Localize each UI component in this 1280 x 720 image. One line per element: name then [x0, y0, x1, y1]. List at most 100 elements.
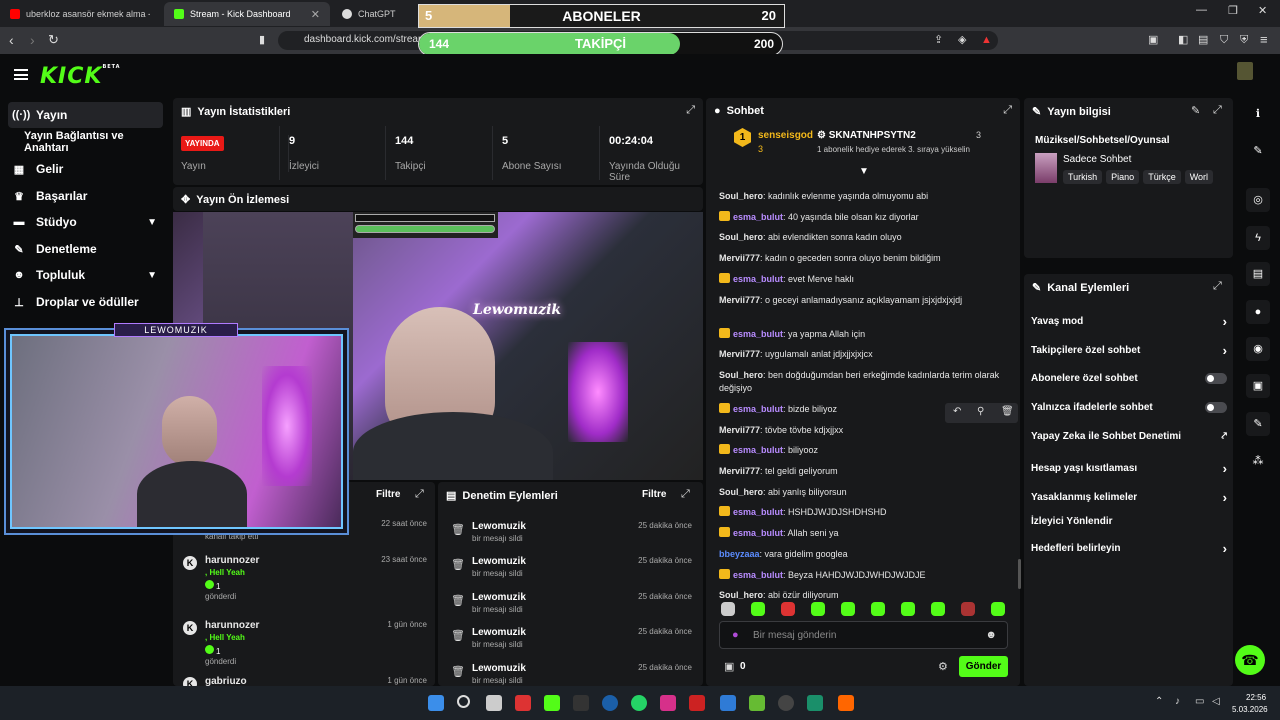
start-icon[interactable] [428, 695, 444, 711]
emote-icon[interactable] [781, 602, 795, 616]
sidebar-item-droplar[interactable]: ⊥ Droplar ve ödüller [8, 289, 163, 315]
channel-action-item[interactable]: Takipçilere özel sohbet › [1031, 343, 1227, 358]
broadcast-icon[interactable]: ◉ [1246, 337, 1270, 361]
emote-icon[interactable] [811, 602, 825, 616]
sidebar-item-yayin[interactable]: ((·)) Yayın [8, 102, 163, 128]
chat-message[interactable]: Soul_hero: abi özür diliyorum [719, 589, 1009, 602]
chat-message[interactable]: Soul_hero: abi evlendikten sonra kadın o… [719, 231, 1009, 244]
chat-username[interactable]: esma_bulut [733, 404, 783, 414]
steam-icon[interactable] [602, 695, 618, 711]
chat-username[interactable]: Soul_hero [719, 232, 763, 242]
chat-message[interactable]: esma_bulut: biliyooz [719, 444, 1009, 457]
expand-icon[interactable]: ⤢ [415, 488, 424, 501]
app-icon[interactable] [515, 695, 531, 711]
gift-target[interactable]: ⚙ SKNATNHPSYTN2 [817, 130, 916, 141]
channel-action-item[interactable]: İzleyici Yönlendir [1031, 516, 1227, 527]
sidebar-item-denetleme[interactable]: ✎ Denetleme [8, 236, 163, 262]
stream-category[interactable]: Sadece Sohbet [1063, 154, 1131, 165]
channel-action-item[interactable]: Yalnızca ifadelerle sohbet [1031, 402, 1227, 413]
extensions-icon[interactable]: ⛨ [1240, 32, 1248, 48]
volume-icon[interactable]: ◁ [1212, 696, 1220, 707]
chat-message[interactable]: esma_bulut: ya yapma Allah için [719, 327, 1009, 341]
back-icon[interactable]: ‹ [9, 32, 14, 48]
channel-action-item[interactable]: Hedefleri belirleyin › [1031, 541, 1227, 556]
archive-icon[interactable]: ▣ [1246, 374, 1270, 398]
toggle-switch[interactable] [1205, 402, 1227, 413]
sidebar-item-topluluk[interactable]: ☻ Topluluk ▼ [8, 262, 163, 288]
search-icon[interactable] [457, 695, 470, 708]
tray-chevron-icon[interactable]: ⌃ [1155, 696, 1163, 707]
chat-username[interactable]: esma_bulut [733, 274, 783, 284]
emote-icon[interactable] [721, 602, 735, 616]
microphone-icon[interactable]: ♪ [1175, 696, 1180, 707]
chat-message[interactable]: Mervii777: tövbe tövbe kdjxjjxx [719, 424, 1009, 437]
emote-icon[interactable] [961, 602, 975, 616]
microphone-icon[interactable]: ● [732, 629, 739, 641]
channel-action-item[interactable]: Yavaş mod › [1031, 314, 1227, 329]
instagram-icon[interactable] [660, 695, 676, 711]
channel-action-item[interactable]: Hesap yaşı kısıtlaması › [1031, 461, 1227, 476]
chat-username[interactable]: bbeyzaaa [719, 549, 760, 559]
top-gifter[interactable]: senseisgod [758, 130, 813, 141]
emoji-icon[interactable]: ☻ [985, 629, 997, 641]
emote-icon[interactable] [901, 602, 915, 616]
emote-icon[interactable] [841, 602, 855, 616]
chat-username[interactable]: esma_bulut [733, 445, 783, 455]
chat-message[interactable]: esma_bulut: Beyza HAHDJWJDJWHDJWJDJE [719, 568, 1009, 582]
brave-rewards-icon[interactable]: ▲ [981, 32, 992, 48]
brave-icon[interactable] [838, 695, 854, 711]
chat-message[interactable]: bbeyzaaa: vara gidelim googlea [719, 548, 1009, 561]
filter-button[interactable]: Filtre [376, 489, 400, 500]
whatsapp-icon[interactable] [631, 695, 647, 711]
chat-username[interactable]: esma_bulut [733, 570, 783, 580]
reload-icon[interactable]: ↻ [48, 32, 59, 48]
app-icon[interactable] [749, 695, 765, 711]
chat-username[interactable]: Soul_hero [719, 487, 763, 497]
chat-username[interactable]: esma_bulut [733, 507, 783, 517]
community-icon[interactable]: ⁂ [1246, 449, 1270, 473]
chat-username[interactable]: Soul_hero [719, 191, 763, 201]
brave-shield-icon[interactable]: ◈ [958, 32, 966, 48]
chat-username[interactable]: esma_bulut [733, 329, 783, 339]
channel-action-item[interactable]: Yasaklanmış kelimeler › [1031, 490, 1227, 505]
epic-icon[interactable] [573, 695, 589, 711]
chat-settings-icon[interactable]: ⚙ [938, 660, 948, 673]
chat-username[interactable]: Mervii777 [719, 425, 760, 435]
chat-message[interactable]: esma_bulut: evet Merve haklı [719, 272, 1009, 286]
chat-username[interactable]: esma_bulut [733, 212, 783, 222]
minimize-icon[interactable]: — [1196, 4, 1207, 16]
chat-message[interactable]: Soul_hero: ben doğduğumdan beri erkeğimd… [719, 369, 1009, 395]
wallet-icon[interactable]: ▤ [1198, 32, 1208, 48]
chat-message[interactable]: Soul_hero: kadınlık evlenme yaşında olmu… [719, 190, 1009, 203]
edit-icon[interactable]: ✎ [1191, 104, 1200, 117]
emote-icon[interactable] [931, 602, 945, 616]
emote-icon[interactable] [751, 602, 765, 616]
tab-chatgpt[interactable]: ChatGPT [332, 2, 422, 26]
expand-icon[interactable]: ⤢ [1213, 104, 1222, 117]
chat-username[interactable]: Mervii777 [719, 466, 760, 476]
pencil-icon[interactable]: ✎ [1246, 139, 1270, 163]
toggle-switch[interactable] [1205, 373, 1227, 384]
tab-kick-dashboard[interactable]: Stream - Kick Dashboard ✕ [164, 2, 330, 26]
camera-icon[interactable]: ◎ [1246, 188, 1270, 212]
channel-action-item[interactable]: Yapay Zeka ile Sohbet Denetimi ⤤ [1031, 431, 1227, 442]
support-icon[interactable]: ☎ [1235, 645, 1265, 675]
close-tab-icon[interactable]: ✕ [311, 8, 320, 21]
chat-username[interactable]: Soul_hero [719, 590, 763, 600]
lightning-icon[interactable]: ϟ [1246, 226, 1270, 250]
app-icon[interactable] [778, 695, 794, 711]
share-icon[interactable]: ⇪ [934, 32, 943, 48]
app-icon[interactable] [689, 695, 705, 711]
chat-scrollbar[interactable] [1018, 559, 1021, 589]
chat-message[interactable]: esma_bulut: Allah seni ya [719, 527, 1009, 540]
tab-youtube[interactable]: uberkloz asansör ekmek alma - YouTube [0, 2, 160, 26]
chat-message[interactable]: esma_bulut: HSHDJWJDJSHDHSHD [719, 506, 1009, 519]
expand-icon[interactable]: ⤢ [1213, 280, 1222, 293]
vpn-icon[interactable]: ⛉ [1220, 32, 1228, 48]
sidebar-item-stream-key[interactable]: Yayın Bağlantısı ve Anahtarı [8, 129, 163, 155]
wrench-icon[interactable]: ✎ [1246, 412, 1270, 436]
chat-username[interactable]: esma_bulut [733, 528, 783, 538]
expand-icon[interactable]: ⤢ [681, 488, 690, 501]
send-button[interactable]: Gönder [959, 656, 1008, 677]
sidebar-icon[interactable]: ◧ [1178, 32, 1188, 48]
